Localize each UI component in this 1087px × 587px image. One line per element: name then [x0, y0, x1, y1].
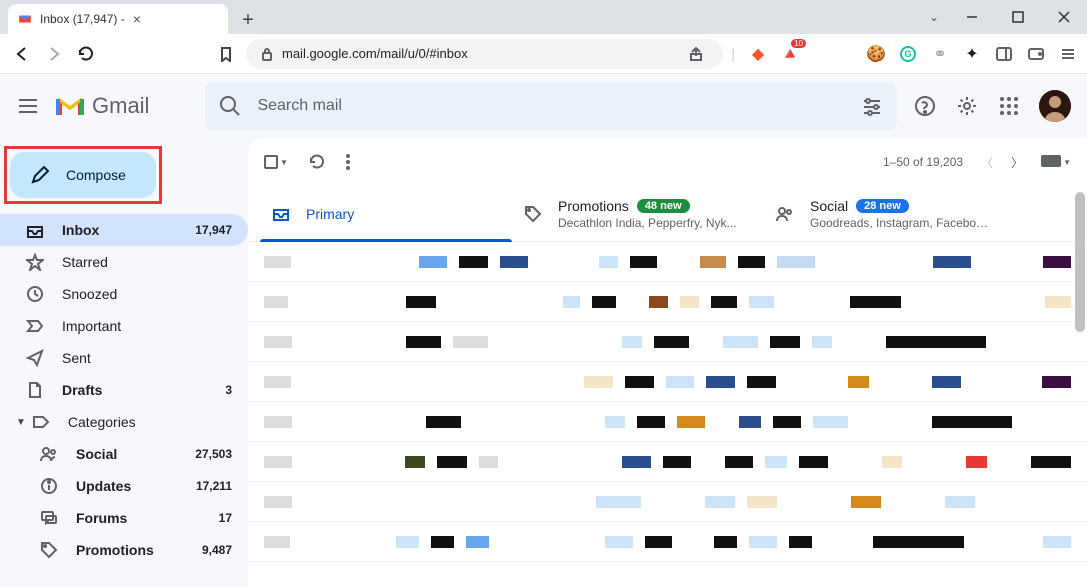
brave-icon[interactable]: ◆ [749, 45, 767, 63]
drafts-icon [26, 381, 44, 399]
maximize-button[interactable] [995, 0, 1041, 34]
nav-promotions[interactable]: Promotions 9,487 [0, 534, 248, 566]
people-tab-icon [776, 205, 794, 223]
compose-button[interactable]: Compose [10, 152, 156, 198]
wallet-icon[interactable] [1027, 45, 1045, 63]
chevron-down-icon: ▼ [16, 417, 26, 428]
back-button[interactable] [10, 42, 34, 66]
input-tools-button[interactable]: ▼ [1041, 155, 1071, 169]
tab-social[interactable]: Social28 new Goodreads, Instagram, Faceb… [764, 186, 1016, 241]
gmail-m-icon [56, 95, 84, 117]
message-row[interactable] [248, 282, 1087, 322]
prev-page-button[interactable]: 〈 [981, 154, 993, 171]
message-row[interactable] [248, 362, 1087, 402]
message-row[interactable] [248, 522, 1087, 562]
search-icon [219, 95, 241, 117]
important-icon [26, 317, 44, 335]
window-close-button[interactable] [1041, 0, 1087, 34]
toolbar: ▼ 1–50 of 19,203 〈 〉 ▼ [248, 138, 1087, 186]
browser-tab-strip: Inbox (17,947) - × + ⌄ [0, 0, 1087, 34]
gmail-favicon [18, 12, 32, 26]
reload-button[interactable] [74, 42, 98, 66]
tab-promotions[interactable]: Promotions48 new Decathlon India, Pepper… [512, 186, 764, 241]
tab-title: Inbox (17,947) - [40, 12, 125, 26]
clock-icon [26, 285, 44, 303]
browser-tab[interactable]: Inbox (17,947) - × [8, 4, 228, 34]
message-row[interactable] [248, 242, 1087, 282]
gmail-header: Gmail Search mail [0, 74, 1087, 138]
forward-button[interactable] [42, 42, 66, 66]
search-box[interactable]: Search mail [205, 82, 897, 130]
inbox-icon [26, 221, 44, 239]
address-bar: mail.google.com/mail/u/0/#inbox | ◆ 🔺10 … [0, 34, 1087, 74]
scrollbar[interactable] [1075, 192, 1085, 332]
main-panel: ▼ 1–50 of 19,203 〈 〉 ▼ Primary Promotion… [248, 138, 1087, 587]
nav-important[interactable]: Important [0, 310, 248, 342]
logo-text: Gmail [92, 93, 149, 119]
tab-search-chevron-icon[interactable]: ⌄ [919, 10, 949, 24]
nav-sent[interactable]: Sent [0, 342, 248, 374]
lock-icon [260, 47, 274, 61]
message-row[interactable] [248, 442, 1087, 482]
gmail-logo[interactable]: Gmail [56, 93, 149, 119]
tag-icon [32, 413, 50, 431]
inbox-tab-icon [272, 205, 290, 223]
compose-label: Compose [66, 167, 126, 183]
cookie-icon[interactable]: 🍪 [867, 45, 885, 63]
nav-social[interactable]: Social 27,503 [0, 438, 248, 470]
next-page-button[interactable]: 〉 [1011, 154, 1023, 171]
minimize-button[interactable] [949, 0, 995, 34]
link-icon[interactable]: ⚭ [931, 45, 949, 63]
select-all-checkbox[interactable]: ▼ [264, 155, 288, 169]
refresh-button[interactable] [308, 153, 326, 171]
main-menu-button[interactable] [16, 95, 40, 117]
nav-starred[interactable]: Starred [0, 246, 248, 278]
url-text: mail.google.com/mail/u/0/#inbox [282, 46, 468, 61]
kebab-menu-icon[interactable] [1059, 45, 1077, 63]
account-avatar[interactable] [1039, 90, 1071, 122]
nav-drafts[interactable]: Drafts 3 [0, 374, 248, 406]
nav-updates[interactable]: Updates 17,211 [0, 470, 248, 502]
extension-icons: ◆ 🔺10 🍪 G ⚭ ✦ [743, 45, 1077, 63]
search-options-icon[interactable] [861, 95, 883, 117]
pagination-range: 1–50 of 19,203 [883, 155, 963, 169]
tab-primary[interactable]: Primary [260, 186, 512, 241]
star-icon [26, 253, 44, 271]
nav-inbox[interactable]: Inbox 17,947 [0, 214, 248, 246]
url-field[interactable]: mail.google.com/mail/u/0/#inbox [246, 39, 723, 69]
nav-forums[interactable]: Forums 17 [0, 502, 248, 534]
shield-badge-icon[interactable]: 🔺10 [781, 45, 799, 63]
nav-categories[interactable]: ▼ Categories [0, 406, 248, 438]
support-icon[interactable] [913, 94, 937, 118]
grammarly-icon[interactable]: G [899, 45, 917, 63]
category-tabs: Primary Promotions48 new Decathlon India… [248, 186, 1087, 242]
info-icon [40, 477, 58, 495]
send-icon [26, 349, 44, 367]
gmail-app: Gmail Search mail Compose Inbox 17,947 [0, 74, 1087, 587]
pencil-icon [30, 165, 50, 185]
sidebar: Compose Inbox 17,947 Starred Snoozed Imp… [0, 138, 248, 587]
people-icon [40, 445, 58, 463]
search-placeholder: Search mail [257, 97, 845, 115]
tag-promo-icon [40, 541, 58, 559]
more-button[interactable] [346, 153, 350, 171]
share-icon[interactable] [689, 46, 709, 62]
settings-gear-icon[interactable] [955, 94, 979, 118]
message-row[interactable] [248, 402, 1087, 442]
bookmark-icon[interactable] [214, 42, 238, 66]
window-controls: ⌄ [919, 0, 1087, 34]
forums-icon [40, 509, 58, 527]
message-row[interactable] [248, 322, 1087, 362]
puzzle-icon[interactable]: ✦ [963, 45, 981, 63]
message-row[interactable] [248, 482, 1087, 522]
tag-tab-icon [524, 205, 542, 223]
apps-grid-icon[interactable] [997, 94, 1021, 118]
nav-snoozed[interactable]: Snoozed [0, 278, 248, 310]
sidepanel-icon[interactable] [995, 45, 1013, 63]
close-icon[interactable]: × [133, 11, 141, 27]
message-list[interactable] [248, 242, 1087, 587]
compose-highlight: Compose [4, 146, 162, 204]
new-tab-button[interactable]: + [234, 6, 262, 34]
